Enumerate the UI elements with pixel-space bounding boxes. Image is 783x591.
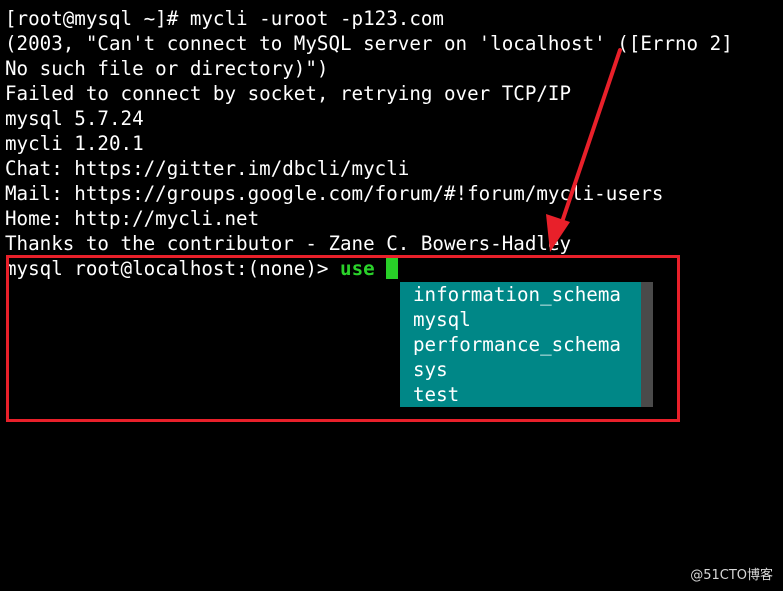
- annotation-highlight-box: [6, 255, 680, 422]
- terminal-line: Failed to connect by socket, retrying ov…: [5, 82, 572, 105]
- terminal-output[interactable]: [root@mysql ~]# mycli -uroot -p123.com (…: [5, 6, 780, 281]
- terminal-line: mysql 5.7.24: [5, 107, 144, 130]
- terminal-line: [root@mysql ~]# mycli -uroot -p123.com: [5, 7, 444, 30]
- terminal-line: Chat: https://gitter.im/dbcli/mycli: [5, 157, 410, 180]
- terminal-line: Mail: https://groups.google.com/forum/#!…: [5, 182, 664, 205]
- terminal-line: Home: http://mycli.net: [5, 207, 260, 230]
- terminal-line: mycli 1.20.1: [5, 132, 144, 155]
- terminal-line: No such file or directory)"): [5, 57, 329, 80]
- terminal-line: Thanks to the contributor - Zane C. Bowe…: [5, 232, 572, 255]
- terminal-line: (2003, "Can't connect to MySQL server on…: [5, 32, 733, 55]
- watermark: @51CTO博客: [690, 568, 773, 583]
